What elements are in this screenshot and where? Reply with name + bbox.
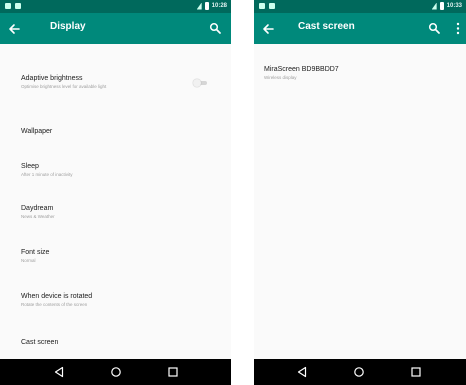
setting-subtitle: News & Weather: [21, 214, 55, 219]
setting-font-size[interactable]: Font size Normal: [21, 249, 223, 264]
setting-adaptive-brightness[interactable]: Adaptive brightness Optimise brightness …: [21, 75, 223, 90]
app-bar: Display: [0, 13, 231, 44]
notification-icon: [259, 3, 265, 9]
status-bar: 10:28: [0, 0, 231, 13]
display-settings-screen: 10:28 Display Adaptive brightness Optimi…: [0, 0, 231, 385]
setting-cast-screen[interactable]: Cast screen: [21, 339, 223, 346]
setting-subtitle: Rotate the contents of the screen: [21, 302, 88, 307]
setting-subtitle: Optimise brightness level for available …: [21, 84, 107, 89]
recents-square-icon[interactable]: [167, 366, 179, 378]
page-title: Cast screen: [298, 21, 355, 32]
status-time: 10:33: [446, 3, 462, 9]
setting-title: Wallpaper: [21, 128, 53, 135]
setting-wallpaper[interactable]: Wallpaper: [21, 128, 223, 135]
setting-title: When device is rotated: [21, 293, 93, 300]
cast-screen-screen: 10:33 Cast screen MiraScreen BD9BBDD7 Wi…: [254, 0, 466, 385]
setting-title: Sleep: [21, 163, 39, 170]
setting-subtitle: Normal: [21, 258, 36, 263]
setting-daydream[interactable]: Daydream News & Weather: [21, 205, 223, 220]
navigation-bar: [0, 359, 231, 385]
more-vert-icon[interactable]: [456, 22, 460, 35]
status-bar: 10:33: [254, 0, 466, 13]
back-arrow-icon[interactable]: [8, 23, 20, 35]
home-circle-icon[interactable]: [110, 366, 122, 378]
page-title: Display: [50, 21, 86, 32]
setting-subtitle: After 1 minute of inactivity: [21, 172, 73, 177]
notification-icon: [5, 3, 11, 9]
setting-title: Font size: [21, 249, 50, 256]
signal-icon: [431, 2, 437, 10]
app-bar: Cast screen: [254, 13, 466, 44]
adaptive-brightness-toggle[interactable]: [193, 79, 209, 87]
status-time: 10:28: [211, 3, 227, 9]
setting-title: Cast screen: [21, 339, 59, 346]
battery-icon: [204, 2, 209, 10]
back-triangle-icon[interactable]: [296, 366, 308, 378]
setting-rotation[interactable]: When device is rotated Rotate the conten…: [21, 293, 223, 308]
cast-device-item[interactable]: MiraScreen BD9BBDD7 Wireless display: [264, 66, 458, 81]
home-circle-icon[interactable]: [353, 366, 365, 378]
back-arrow-icon[interactable]: [262, 23, 274, 35]
search-icon[interactable]: [428, 22, 440, 34]
notification-icon: [269, 3, 275, 9]
device-name: MiraScreen BD9BBDD7: [264, 66, 339, 73]
search-icon[interactable]: [209, 22, 221, 34]
signal-icon: [196, 2, 202, 10]
back-triangle-icon[interactable]: [53, 366, 65, 378]
setting-title: Daydream: [21, 205, 54, 212]
device-type: Wireless display: [264, 75, 297, 80]
battery-icon: [439, 2, 444, 10]
navigation-bar: [254, 359, 466, 385]
notification-icon: [15, 3, 21, 9]
setting-sleep[interactable]: Sleep After 1 minute of inactivity: [21, 163, 223, 178]
recents-square-icon[interactable]: [410, 366, 422, 378]
